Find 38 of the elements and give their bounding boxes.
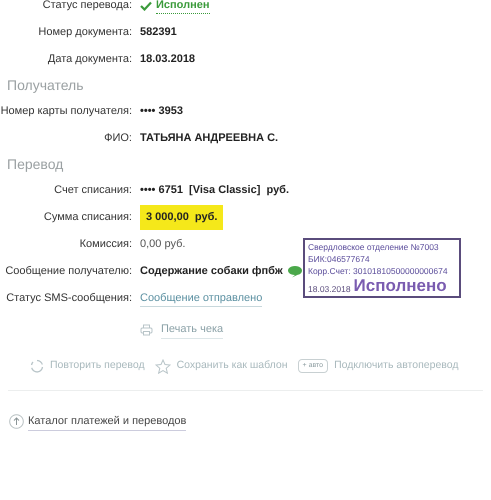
stamp-text: Свердловское отделение №7003 bbox=[308, 241, 440, 253]
field-value: ТАТЬЯНА АНДРЕЕВНА С. bbox=[140, 131, 278, 146]
field-label: Дата документа: bbox=[46, 52, 132, 68]
field-value: 582391 bbox=[140, 25, 177, 40]
amount-value: 3 000,00 руб. bbox=[140, 205, 224, 230]
field-label: Статус перевода: bbox=[42, 0, 132, 14]
sms-status-link[interactable]: Сообщение отправлено bbox=[140, 290, 262, 308]
star-icon bbox=[154, 358, 171, 374]
field-value: •••• 3953 bbox=[140, 104, 183, 120]
section-title: Получатель bbox=[6, 76, 85, 95]
check-icon bbox=[140, 0, 152, 10]
stamp-status: Исполнено bbox=[354, 277, 447, 295]
stamp-text: БИК:046577674 bbox=[308, 253, 371, 265]
field-label: ФИО: bbox=[103, 131, 132, 146]
action-link[interactable]: Повторить перевод bbox=[50, 358, 145, 374]
field-label: Комиссия: bbox=[78, 237, 132, 252]
action-link[interactable]: Сохранить как шаблон bbox=[176, 358, 288, 374]
refresh-icon bbox=[30, 359, 44, 373]
field-label: Сумма списания: bbox=[42, 210, 132, 226]
field-label: Номер карты получателя: bbox=[0, 104, 132, 120]
stamp-date: 18.03.2018 bbox=[308, 283, 351, 295]
field-label: Статус SMS-сообщения: bbox=[5, 291, 132, 306]
field-value: 0,00 руб. bbox=[140, 237, 186, 252]
section-title: Перевод bbox=[6, 155, 64, 174]
print-receipt-link[interactable]: Печать чека bbox=[161, 321, 224, 339]
speech-bubble-icon bbox=[286, 265, 303, 278]
message-value: Содержание собаки фпбж bbox=[140, 264, 283, 280]
field-label: Номер документа: bbox=[37, 25, 132, 40]
catalog-link[interactable]: Каталог платежей и переводов bbox=[28, 413, 186, 430]
stamp-text: Корр.Счет: 30101810500000000674 bbox=[308, 265, 449, 277]
field-value: •••• 6751 [Visa Classic] руб. bbox=[140, 183, 290, 198]
printer-icon bbox=[140, 324, 153, 336]
status-value: Исполнен bbox=[156, 0, 210, 14]
field-label: Счет списания: bbox=[53, 183, 132, 198]
arrow-up-circle-icon bbox=[9, 414, 24, 430]
field-label: Сообщение получателю: bbox=[4, 264, 132, 280]
field-value: 18.03.2018 bbox=[140, 52, 196, 68]
action-link[interactable]: Подключить автоперевод bbox=[334, 358, 458, 374]
